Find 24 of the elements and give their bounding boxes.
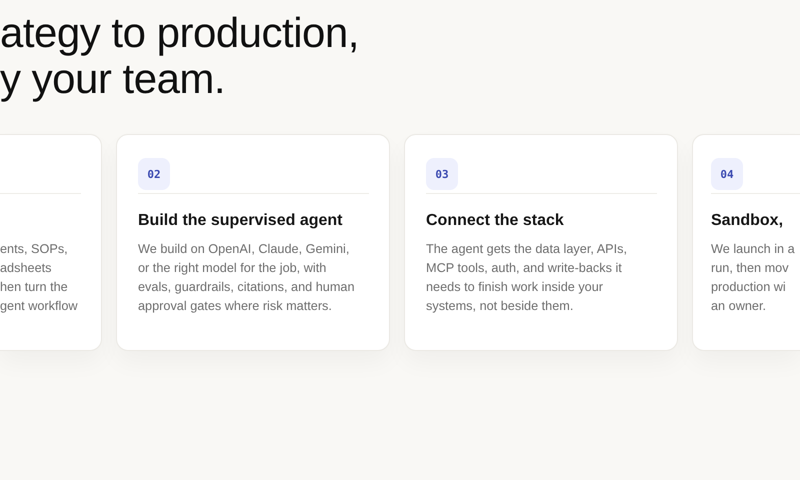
step-number: 03 — [426, 158, 458, 190]
card-description: The agent gets the data layer, APIs, — [426, 241, 628, 258]
step-number: 04 — [711, 158, 743, 190]
card-description: needs to finish work inside your — [426, 279, 604, 296]
card-description: MCP tools, auth, and write-backs it — [426, 260, 623, 277]
card-description: or the right model for the job, with — [138, 260, 328, 277]
card-description: systems, not beside them. — [426, 298, 574, 315]
card-description: We build on OpenAI, Claude, Gemini, — [138, 241, 350, 258]
card-description: evals, guardrails, citations, and human — [138, 279, 356, 296]
card-description: approval gates where risk matters. — [138, 298, 333, 315]
card-description: We launch in a — [711, 241, 796, 258]
card-title: Sandbox, — [711, 212, 784, 229]
card-description: gent workflow — [0, 298, 79, 315]
card-description: an owner. — [711, 298, 768, 315]
card-description: run, then mov — [711, 260, 790, 277]
card-description: production wi — [711, 279, 787, 296]
headline: y your team. — [0, 56, 226, 102]
headline: ategy to production, — [0, 10, 360, 56]
step-number: 02 — [138, 158, 170, 190]
card-title: Connect the stack — [426, 212, 564, 229]
card-description: ents, SOPs, — [0, 241, 69, 258]
card-title: Build the supervised agent — [138, 212, 342, 229]
card-description: hen turn the — [0, 279, 69, 296]
card-description: adsheets — [0, 260, 52, 277]
